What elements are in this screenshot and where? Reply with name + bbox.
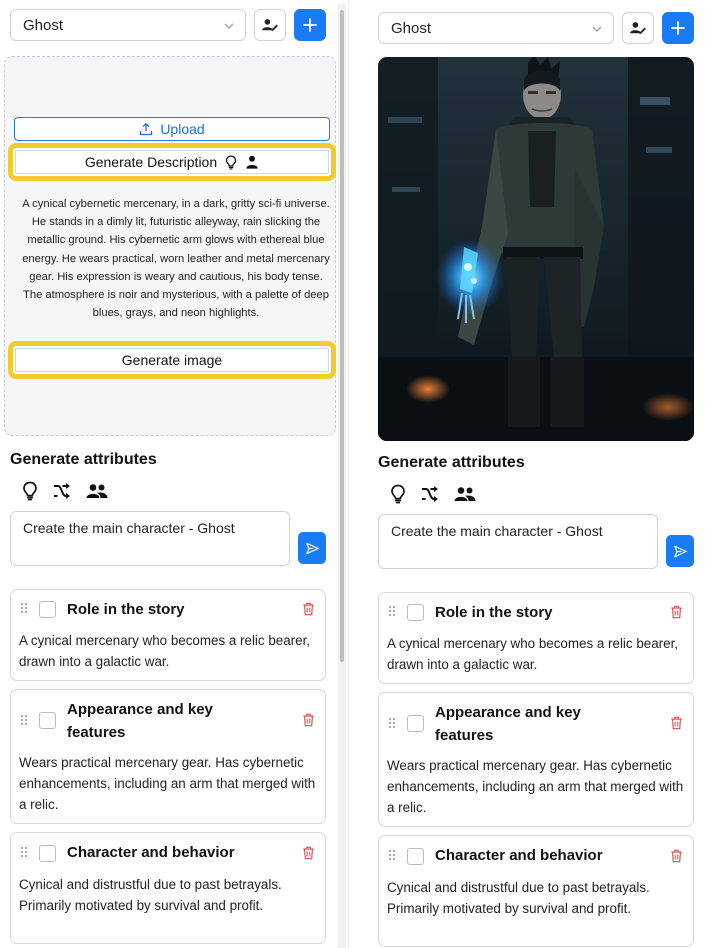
generate-description-label: Generate Description: [84, 154, 218, 170]
upload-button[interactable]: Upload: [14, 117, 330, 141]
image-dropzone[interactable]: Upload Generate Description A cynical cy…: [4, 56, 336, 436]
attribute-prompt-input[interactable]: Create the main character - Ghost: [10, 511, 290, 566]
attribute-checkbox[interactable]: [39, 845, 56, 862]
character-description: A cynical cybernetic mercenary, in a dar…: [22, 198, 330, 320]
character-select-value: Ghost: [391, 20, 432, 37]
character-toolbar: Ghost: [10, 9, 330, 43]
character-panel-left: Ghost Upload Generate Description A cyni…: [4, 0, 336, 948]
attribute-action-icons: [390, 483, 476, 505]
lightbulb-icon: [225, 155, 237, 170]
character-portrait[interactable]: [378, 57, 694, 441]
attribute-title: Character and behavior: [67, 844, 235, 861]
plus-icon: [302, 17, 318, 33]
attribute-body: A cynical mercenary who becomes a relic …: [387, 636, 679, 672]
trash-icon[interactable]: [670, 716, 683, 730]
attribute-action-icons: [22, 480, 108, 502]
person-icon: [245, 155, 259, 169]
generate-image-label: Generate image: [121, 352, 223, 368]
attribute-body: Cynical and distrustful due to past betr…: [387, 880, 650, 916]
send-icon: [305, 541, 320, 556]
scrollbar-thumb[interactable]: [340, 10, 344, 662]
character-portrait-image: [378, 57, 694, 441]
attribute-title: Role in the story: [67, 601, 185, 618]
attribute-card: Appearance and key features Wears practi…: [378, 692, 694, 827]
character-toolbar: Ghost: [378, 12, 698, 46]
attribute-card: Appearance and key features Wears practi…: [10, 689, 326, 824]
attribute-card: Character and behavior Cynical and distr…: [10, 832, 326, 944]
upload-label: Upload: [160, 121, 205, 137]
attribute-card: Role in the story A cynical mercenary wh…: [378, 592, 694, 684]
drag-handle-icon[interactable]: [388, 849, 396, 861]
scrollbar[interactable]: [338, 4, 346, 948]
attributes-title: Generate attributes: [378, 454, 525, 471]
drag-handle-icon[interactable]: [20, 714, 28, 726]
shuffle-icon[interactable]: [52, 482, 72, 500]
edit-character-button[interactable]: [254, 9, 286, 41]
upload-icon: [139, 122, 153, 136]
trash-icon[interactable]: [302, 846, 315, 860]
lightbulb-icon[interactable]: [390, 484, 406, 504]
trash-icon[interactable]: [670, 849, 683, 863]
attribute-body: Cynical and distrustful due to past betr…: [19, 877, 282, 913]
character-select-value: Ghost: [23, 17, 64, 34]
attribute-title: Character and behavior: [435, 847, 603, 864]
people-icon[interactable]: [454, 486, 476, 502]
user-edit-icon: [629, 21, 647, 35]
send-button[interactable]: [666, 535, 694, 567]
character-select[interactable]: Ghost: [10, 9, 246, 41]
trash-icon[interactable]: [302, 713, 315, 727]
attribute-title: Appearance and key features: [435, 704, 581, 744]
attribute-body: A cynical mercenary who becomes a relic …: [19, 633, 311, 669]
attribute-card: Role in the story A cynical mercenary wh…: [10, 589, 326, 681]
drag-handle-icon[interactable]: [388, 717, 396, 729]
character-select[interactable]: Ghost: [378, 12, 614, 44]
attribute-checkbox[interactable]: [407, 604, 424, 621]
send-button[interactable]: [298, 532, 326, 564]
drag-handle-icon[interactable]: [388, 605, 396, 617]
generate-description-button[interactable]: Generate Description: [8, 143, 336, 181]
drag-handle-icon[interactable]: [20, 602, 28, 614]
attribute-card: Character and behavior Cynical and distr…: [378, 835, 694, 947]
attribute-body: Wears practical mercenary gear. Has cybe…: [19, 755, 316, 812]
drag-handle-icon[interactable]: [20, 846, 28, 858]
generate-image-button[interactable]: Generate image: [8, 341, 336, 379]
lightbulb-icon[interactable]: [22, 481, 38, 501]
attribute-body: Wears practical mercenary gear. Has cybe…: [387, 758, 684, 815]
attributes-title: Generate attributes: [10, 451, 157, 468]
chevron-down-icon: [591, 23, 603, 35]
trash-icon[interactable]: [302, 602, 315, 616]
people-icon[interactable]: [86, 483, 108, 499]
plus-icon: [670, 20, 686, 36]
add-character-button[interactable]: [662, 12, 694, 44]
attribute-title: Role in the story: [435, 604, 553, 621]
panel-divider: [348, 0, 349, 948]
send-icon: [673, 544, 688, 559]
attribute-checkbox[interactable]: [39, 601, 56, 618]
trash-icon[interactable]: [670, 605, 683, 619]
edit-character-button[interactable]: [622, 12, 654, 44]
attribute-checkbox[interactable]: [407, 715, 424, 732]
shuffle-icon[interactable]: [420, 485, 440, 503]
attribute-title: Appearance and key features: [67, 701, 213, 741]
chevron-down-icon: [223, 20, 235, 32]
add-character-button[interactable]: [294, 9, 326, 41]
user-edit-icon: [261, 18, 279, 32]
attribute-checkbox[interactable]: [39, 712, 56, 729]
character-panel-right: Ghost Generate attributes Create the mai…: [372, 3, 704, 948]
attribute-prompt-input[interactable]: Create the main character - Ghost: [378, 514, 658, 569]
attribute-checkbox[interactable]: [407, 848, 424, 865]
